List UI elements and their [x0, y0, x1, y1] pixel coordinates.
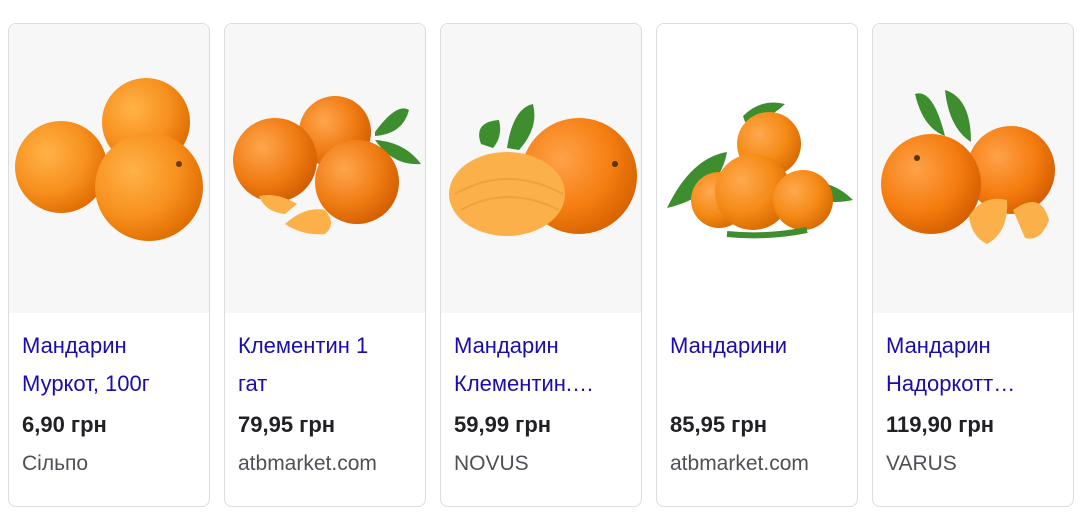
product-card[interactable]: Мандарини 85,95 грн atbmarket.com	[656, 23, 858, 507]
mandarins-with-leaves-and-segments-image[interactable]	[873, 24, 1073, 313]
product-card[interactable]: Мандарин Клементин.… 59,99 грн NOVUS	[440, 23, 642, 507]
product-title-link[interactable]: Мандарин Клементин.…	[454, 327, 632, 403]
product-title-link[interactable]: Мандарин Надоркотт…	[886, 327, 1064, 403]
product-title-link[interactable]: Клементин 1 гат	[238, 327, 416, 403]
product-card[interactable]: Клементин 1 гат 79,95 грн atbmarket.com	[224, 23, 426, 507]
product-price: 6,90 грн	[22, 412, 107, 437]
store-name: atbmarket.com	[238, 452, 377, 475]
product-price: 79,95 грн	[238, 412, 336, 437]
shopping-results-row: Мандарин Муркот, 100г 6,90 грн Сільпо Кл…	[0, 0, 1080, 527]
product-title-link[interactable]: Мандарини	[670, 327, 848, 365]
peeled-and-whole-mandarin-image[interactable]	[441, 24, 641, 313]
store-name: atbmarket.com	[670, 452, 809, 475]
product-price: 119,90 грн	[886, 412, 995, 437]
product-card[interactable]: Мандарин Надоркотт… 119,90 грн VARUS	[872, 23, 1074, 507]
product-title-link[interactable]: Мандарин Муркот, 100г	[22, 327, 200, 403]
mandarin-pile-with-leaves-image[interactable]	[657, 24, 857, 313]
three-mandarins-image[interactable]	[9, 24, 209, 313]
store-name: Сільпо	[22, 452, 89, 475]
store-name: NOVUS	[454, 452, 529, 475]
clementines-with-segments-image[interactable]	[225, 24, 425, 313]
product-price: 59,99 грн	[454, 412, 552, 437]
product-card[interactable]: Мандарин Муркот, 100г 6,90 грн Сільпо	[8, 23, 210, 507]
product-price: 85,95 грн	[670, 412, 768, 437]
store-name: VARUS	[886, 452, 957, 475]
